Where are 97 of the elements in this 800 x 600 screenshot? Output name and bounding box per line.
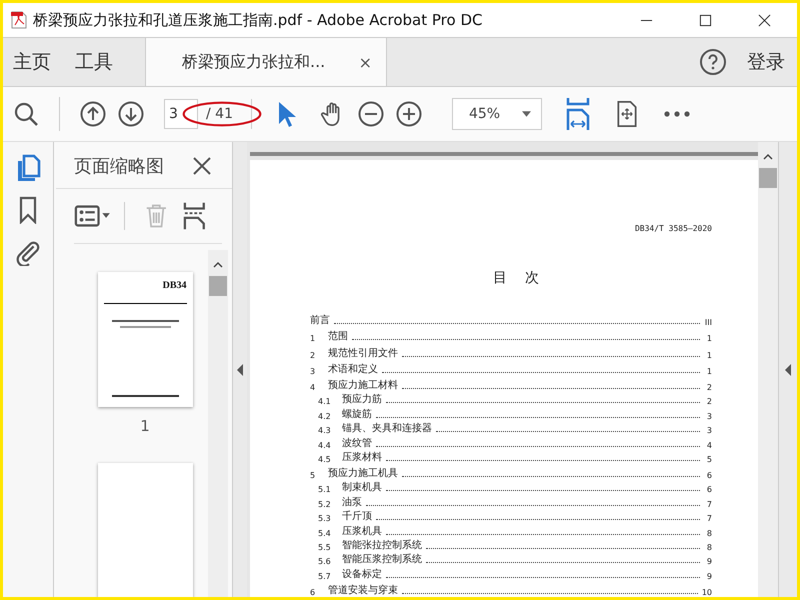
toc-page-number: 8 [706,528,712,538]
toc-number: 5.6 [318,557,332,566]
caret-icon [522,111,531,117]
toc-entry[interactable]: 预应力施工机具 [328,466,398,480]
toc-number: 5.3 [318,514,332,524]
toc-number: 4.2 [318,412,332,421]
toc-page-number: 3 [706,412,712,421]
toc-heading: 目 次 [493,269,541,287]
sign-in-button[interactable]: 登录 [747,49,785,75]
toc-entry[interactable]: 压浆材料 [342,450,382,464]
toc-entry[interactable]: 前言 [310,313,330,328]
toc-number: 1 [310,334,316,344]
scroll-thumb[interactable] [759,168,777,188]
page-thumbnail[interactable]: DB34 [98,272,192,407]
pages-icon[interactable] [15,154,41,182]
tab-close-button[interactable]: × [358,52,372,72]
maximize-icon[interactable] [699,14,712,26]
help-icon[interactable] [699,48,727,76]
close-icon[interactable] [192,156,212,176]
toc-page-number: 2 [706,382,712,392]
toc-number: 4.4 [318,440,332,450]
toc-page-number: 10 [702,588,712,597]
scroll-thumb[interactable] [209,276,227,296]
toc-number: 4.3 [318,426,332,436]
options-icon[interactable] [74,203,112,229]
toc-entry[interactable]: 智能张拉控制系统 [342,538,422,552]
scrollbar[interactable] [758,142,778,597]
scroll-up-icon[interactable] [763,154,773,160]
toc-number: 5.2 [318,500,332,509]
toc-entry[interactable]: 设备标定 [342,566,382,581]
nav-tab[interactable]: 工具 [63,38,125,86]
collapse-left-icon[interactable] [237,364,243,376]
toc-number: 4.5 [318,454,332,464]
scrollbar[interactable] [208,250,228,597]
toc-number: 3 [310,366,316,376]
page-label: 1 [140,417,150,435]
toc-page-number: 9 [706,557,712,566]
tab-label: 桥梁预应力张拉和... [182,52,326,72]
pdf-file-icon [11,11,27,29]
toc-number: 5 [310,471,316,480]
search-icon[interactable] [13,101,39,127]
toc-page-number: 7 [706,514,712,524]
toc-page-number: 9 [706,572,712,581]
close-icon[interactable] [758,14,771,26]
toc-page-number: 3 [706,426,712,436]
zoom-out-icon[interactable] [358,101,384,127]
window-title: 桥梁预应力张拉和孔道压浆施工指南.pdf - Adobe Acrobat Pro DC [33,10,484,30]
nav-tab[interactable]: 主页 [3,38,63,86]
more-icon[interactable] [664,111,690,117]
toc-page-number: III [704,318,712,328]
thumbnail-heading: DB34 [162,280,186,291]
toc-entry[interactable]: 智能压浆控制系统 [342,552,422,566]
page-number-field[interactable]: 3 [164,99,198,129]
zoom-dropdown[interactable]: 45% [452,98,542,130]
panel-title: 页面缩略图 [74,155,164,178]
toc-page-number: 1 [706,334,712,344]
toc-page-number: 1 [706,350,712,360]
toc-entry[interactable]: 千斤顶 [342,509,372,524]
toc-number: 5.1 [318,485,332,494]
toc-page-number: 8 [706,543,712,552]
page-total: / 41 [198,99,252,129]
toc-entry[interactable]: 油泵 [342,494,362,509]
toc-number: 5.4 [318,528,332,538]
scroll-up-icon[interactable] [213,262,223,268]
insert-pages-icon[interactable] [183,202,206,230]
toc-number: 4.1 [318,397,332,406]
zoom-in-icon[interactable] [396,101,422,127]
previous-page-icon[interactable] [80,101,106,127]
next-page-icon[interactable] [118,101,144,127]
toc-page-number: 6 [706,471,712,480]
toc-number: 4 [310,382,316,392]
fit-width-icon[interactable] [566,98,590,130]
toc-entry[interactable]: 范围 [328,329,348,344]
document-tab[interactable]: 桥梁预应力张拉和... × [145,38,387,86]
toc-entry[interactable]: 预应力筋 [342,392,382,406]
toc-page-number: 4 [706,440,712,450]
toc-entry[interactable]: 波纹管 [342,436,372,450]
toc-entry[interactable]: 预应力施工材料 [328,378,398,392]
toc-entry[interactable]: 锚具、夹具和连接器 [342,421,432,436]
toc-page-number: 1 [706,366,712,376]
toc-page-number: 2 [706,397,712,406]
toc-number: 5.5 [318,543,332,552]
toc-entry[interactable]: 管道安装与穿束 [328,583,398,597]
page-thumbnail[interactable] [98,463,192,597]
toc-number: 5.7 [318,572,332,581]
toc-number: 6 [310,588,316,597]
expand-right-panel-icon[interactable] [785,364,791,376]
toc-entry[interactable]: 制束机具 [342,480,382,494]
document-code: DB34/T 3585—2020 [634,224,712,233]
toc-entry[interactable]: 术语和定义 [328,362,378,376]
toc-page-number: 6 [706,485,712,494]
toc-page-number: 5 [706,454,712,464]
toc-entry[interactable]: 螺旋筋 [342,406,372,421]
toc-entry[interactable]: 压浆机具 [342,524,382,538]
toc-page-number: 7 [706,500,712,509]
toc-number: 2 [310,350,316,360]
toc-entry[interactable]: 规范性引用文件 [328,346,398,360]
